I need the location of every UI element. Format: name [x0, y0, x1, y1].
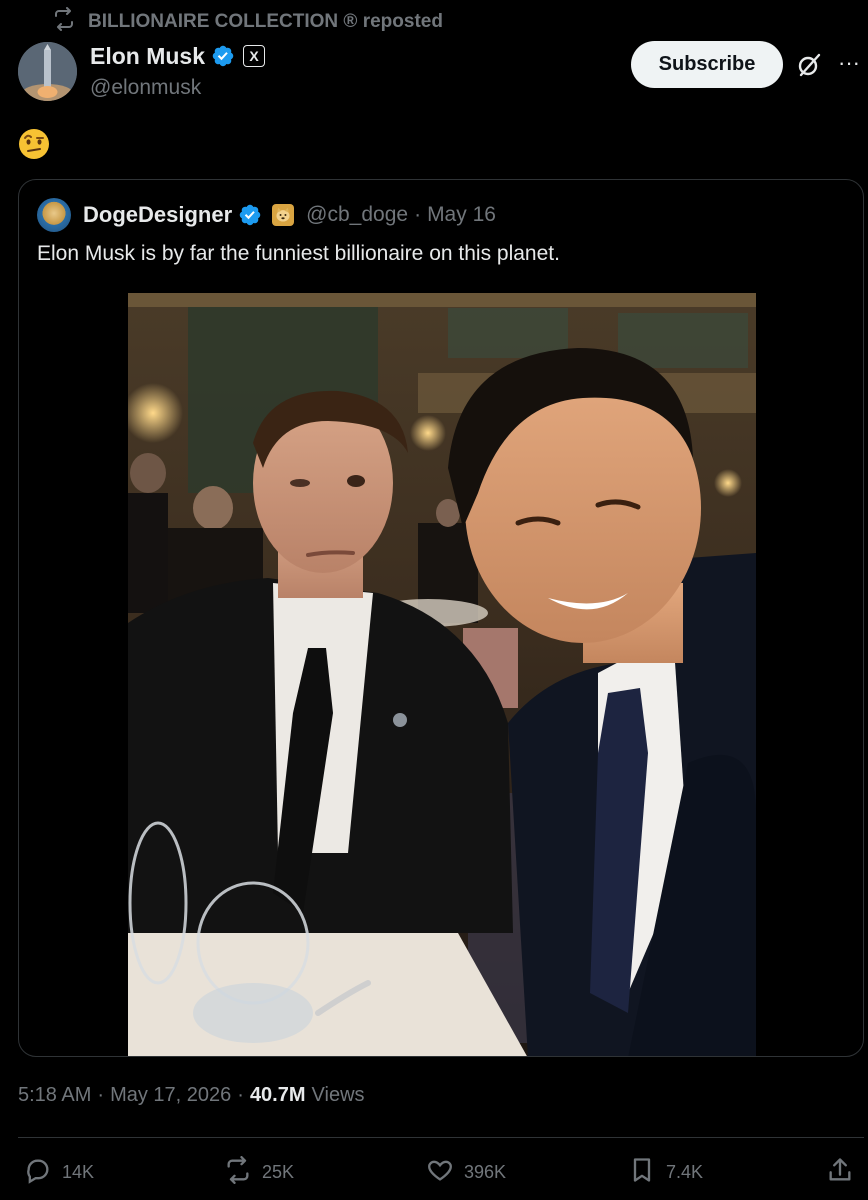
action-bar: 14K 25K 396K 7.4K: [0, 1152, 868, 1192]
quoted-tweet-card[interactable]: DogeDesigner @cb_doge · May 16 Elon Musk…: [18, 179, 864, 1057]
bookmark-count: 7.4K: [666, 1161, 704, 1182]
quoted-tweet-photo[interactable]: [128, 293, 756, 1056]
views-count[interactable]: 40.7M: [250, 1084, 306, 1107]
reply-count: 14K: [62, 1161, 95, 1182]
author-info: Elon Musk X @elonmusk: [90, 42, 266, 100]
repost-count: 25K: [262, 1161, 295, 1182]
subscribe-button[interactable]: Subscribe: [631, 41, 783, 88]
author-handle[interactable]: @elonmusk: [90, 76, 265, 100]
repost-icon: [52, 7, 76, 37]
divider: [18, 1137, 864, 1138]
bookmark-button[interactable]: 7.4K: [628, 1152, 703, 1192]
repost-icon: [224, 1155, 252, 1189]
separator-dot: ·: [237, 1084, 244, 1106]
tweet-date[interactable]: May 17, 2026: [110, 1084, 231, 1107]
share-button[interactable]: [826, 1152, 854, 1192]
repost-label: BILLIONAIRE COLLECTION ® reposted: [88, 11, 443, 32]
repost-indicator[interactable]: BILLIONAIRE COLLECTION ® reposted: [52, 7, 443, 37]
separator-dot: ·: [97, 1084, 105, 1106]
tweet-time[interactable]: 5:18 AM: [18, 1084, 91, 1107]
x-affiliation-badge[interactable]: X: [243, 45, 266, 67]
separator-dot: ·: [414, 203, 422, 226]
reply-icon: [24, 1156, 52, 1189]
grok-icon[interactable]: [796, 52, 822, 78]
tweet-meta: 5:18 AM · May 17, 2026 · 40.7M Views: [18, 1084, 365, 1107]
reply-button[interactable]: 14K: [24, 1152, 94, 1192]
doge-affiliation-icon[interactable]: [272, 204, 295, 226]
like-count: 396K: [464, 1161, 507, 1182]
author-avatar[interactable]: [18, 42, 77, 101]
author-name[interactable]: Elon Musk: [90, 43, 205, 70]
share-icon: [826, 1156, 854, 1189]
raised-eyebrow-emoji: [18, 128, 50, 160]
verified-badge-icon[interactable]: [211, 44, 235, 68]
quoted-tweet-text: Elon Musk is by far the funniest billion…: [37, 242, 560, 265]
quoted-tweet-date[interactable]: May 16: [427, 203, 496, 227]
verified-badge-icon[interactable]: [238, 203, 262, 227]
bookmark-icon: [628, 1156, 656, 1189]
heart-icon: [426, 1156, 454, 1189]
more-options-icon[interactable]: ···: [836, 52, 862, 78]
like-button[interactable]: 396K: [426, 1152, 506, 1192]
quoted-author-handle[interactable]: @cb_doge: [306, 203, 408, 227]
quoted-tweet-header: DogeDesigner @cb_doge · May 16: [37, 198, 496, 232]
quoted-author-name[interactable]: DogeDesigner: [83, 202, 232, 228]
quoted-author-avatar[interactable]: [37, 198, 71, 232]
repost-button[interactable]: 25K: [224, 1152, 294, 1192]
views-label[interactable]: Views: [312, 1084, 365, 1107]
